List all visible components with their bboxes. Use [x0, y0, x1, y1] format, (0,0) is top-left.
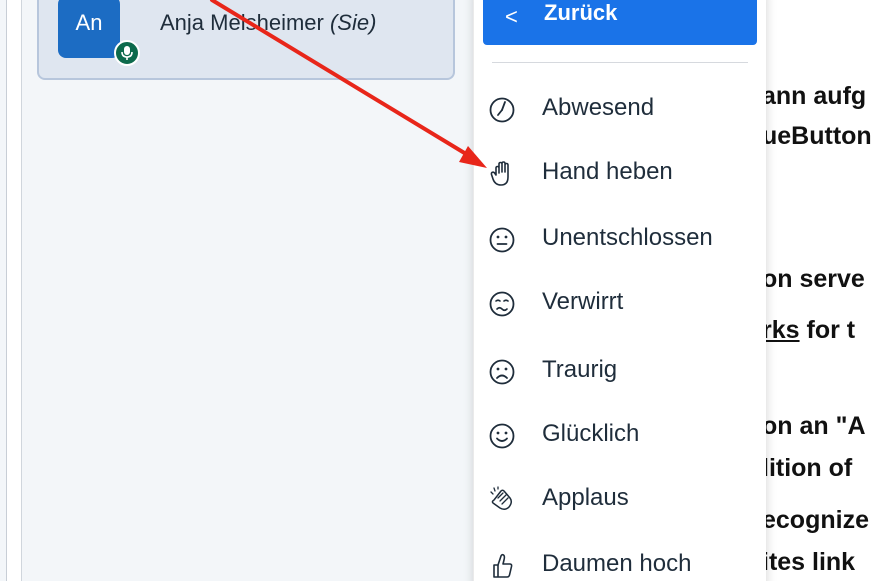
user-name: Anja Melsheimer	[160, 10, 324, 35]
neutral-face-icon	[489, 227, 515, 253]
document-text-fragment: for t	[799, 316, 856, 344]
menu-item-verwirrt[interactable]: Verwirrt	[474, 280, 766, 336]
document-text-line: on an "A	[762, 412, 866, 440]
document-text-line: ueButton	[762, 122, 872, 150]
menu-item-label: Glücklich	[542, 420, 640, 447]
raised-hand-icon	[490, 161, 509, 186]
applause-icon	[490, 486, 513, 511]
menu-item-label: Verwirrt	[542, 288, 624, 315]
menu-item-label: Applaus	[542, 484, 629, 511]
menu-item-label: Unentschlossen	[542, 224, 713, 251]
user-name-label: Anja Melsheimer (Sie)	[160, 10, 376, 36]
document-text-line: rks for t	[762, 316, 855, 345]
left-frame-edge	[0, 0, 7, 581]
menu-item-abwesend[interactable]: Abwesend	[474, 86, 766, 142]
document-text-line: ann aufg	[762, 82, 867, 110]
user-avatar: An	[58, 0, 120, 58]
menu-item-label: Hand heben	[542, 158, 673, 185]
sad-face-icon	[489, 359, 515, 385]
menu-item-daumen-hoch[interactable]: Daumen hoch	[474, 542, 766, 581]
back-button-label: Zurück	[544, 0, 618, 25]
chevron-left-icon: <	[505, 4, 518, 29]
user-self-tag: (Sie)	[329, 10, 377, 35]
back-button[interactable]: < Zurück	[483, 0, 757, 45]
user-list-item-self[interactable]: An Anja Melsheimer (Sie)	[37, 0, 455, 80]
user-list-panel	[21, 0, 473, 581]
menu-item-gluecklich[interactable]: Glücklich	[474, 412, 766, 468]
microphone-icon	[114, 40, 140, 66]
confused-face-icon	[489, 291, 515, 317]
document-text-line: lition of	[762, 454, 853, 482]
document-text-line: ites link	[762, 548, 856, 576]
menu-item-label: Traurig	[542, 356, 618, 383]
menu-item-applaus[interactable]: Applaus	[474, 476, 766, 532]
document-link[interactable]: rks	[762, 316, 800, 344]
menu-item-label: Daumen hoch	[542, 550, 692, 577]
status-dropdown-menu: < Zurück Abwesend Hand heben Unentschlos…	[474, 0, 766, 581]
document-text-line: ecognize	[762, 506, 869, 534]
document-text-line: on serve	[762, 265, 865, 293]
menu-item-unentschlossen[interactable]: Unentschlossen	[474, 216, 766, 272]
menu-item-label: Abwesend	[542, 94, 655, 121]
menu-item-hand-heben[interactable]: Hand heben	[474, 150, 766, 206]
thumbs-up-icon	[493, 553, 513, 578]
clock-icon	[489, 97, 515, 123]
happy-face-icon	[489, 423, 515, 449]
menu-item-traurig[interactable]: Traurig	[474, 348, 766, 404]
menu-divider	[492, 62, 748, 63]
